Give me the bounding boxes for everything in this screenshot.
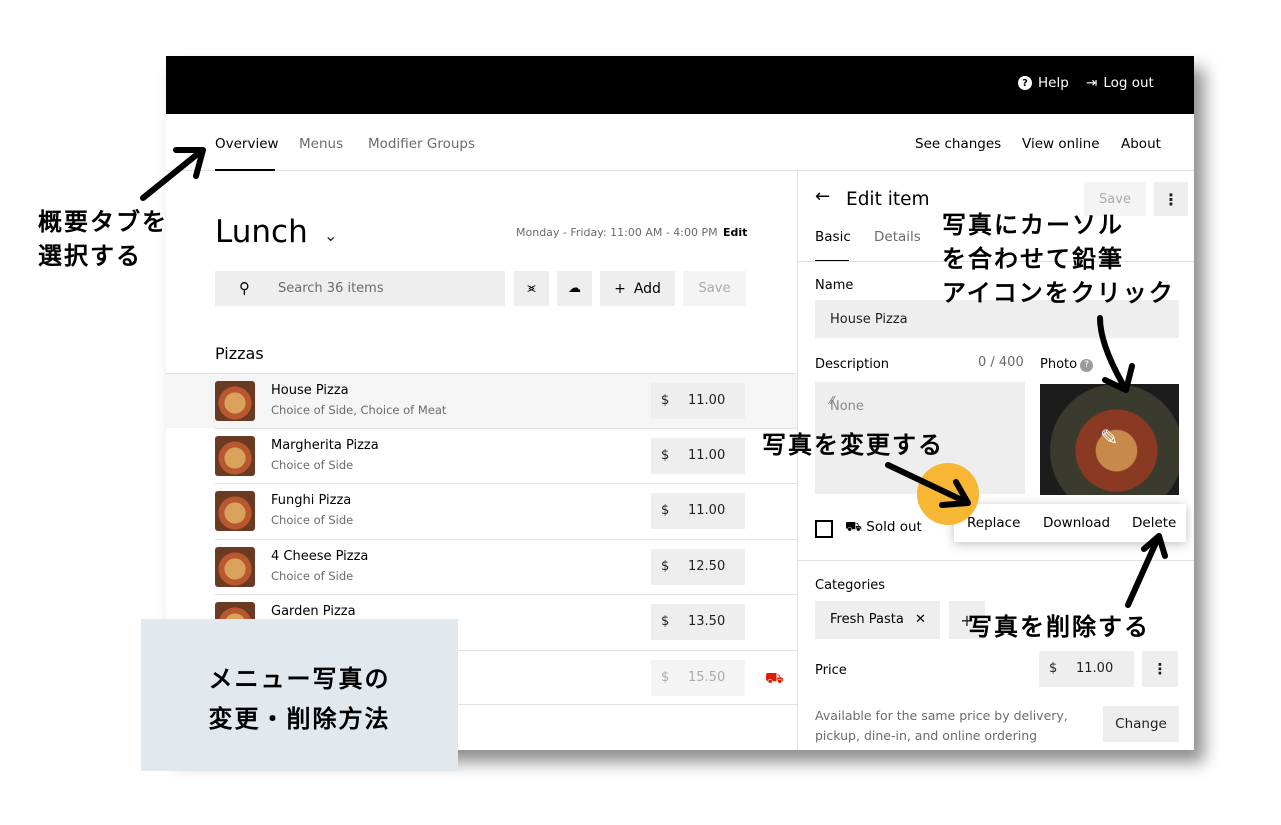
annotation-arrows bbox=[140, 147, 1168, 608]
arrow-to-overview bbox=[140, 149, 203, 201]
tutorial-stage: ? Help ⇥ Log out Overview Menus Modifier… bbox=[0, 0, 1281, 825]
